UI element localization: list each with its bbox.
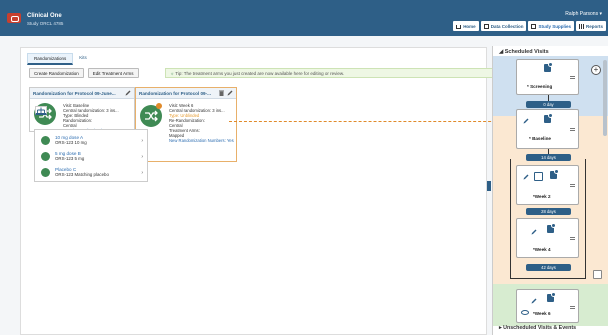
reports-label: Reports <box>585 23 603 29</box>
study-supplies-icon <box>531 23 537 29</box>
main-nav: Home Data Collection Study Supplies Repo… <box>453 21 606 31</box>
list-item[interactable]: 5 mg dose B ORS-123 5 mg › <box>41 150 145 164</box>
visit-label: *Week 6 <box>533 311 551 316</box>
count-badge <box>551 292 556 297</box>
top-bar: Clinical One Study ORCL 4785 Ralph Parso… <box>0 0 608 36</box>
scheduled-visits-title[interactable]: ◢ Scheduled Visits <box>499 49 549 55</box>
pencil-icon[interactable] <box>523 118 529 124</box>
card-title: Randomization for Protocol 09-... <box>136 88 236 99</box>
document-icon <box>547 223 556 233</box>
interval-pill: 42 days <box>526 264 571 271</box>
visit-card-week2[interactable]: *Week 2 <box>516 165 579 205</box>
treatment-arms-tab[interactable] <box>35 106 47 115</box>
arm-icon <box>41 136 50 145</box>
mapping-connector <box>229 121 516 122</box>
lightbulb-icon: ☼ <box>170 71 175 76</box>
treatment-arms-list: 10 mg dose A ORS-123 10 mg › 5 mg dose B… <box>34 129 148 182</box>
card-new-numbers: New Randomization Numbers: Yes <box>169 138 234 143</box>
visit-card-week4[interactable]: *Week 4 <box>516 218 579 258</box>
trash-icon[interactable] <box>219 90 224 96</box>
tab-randomizations[interactable]: Randomizations <box>27 53 74 65</box>
pencil-icon[interactable] <box>523 174 529 180</box>
card-title-text: Randomization for Protocol 09-... <box>139 91 211 96</box>
menu-icon[interactable] <box>570 128 575 132</box>
document-icon <box>550 169 559 179</box>
visit-label: *Week 2 <box>533 194 551 199</box>
tip-text: Tip: The treatment arms you just created… <box>175 71 345 76</box>
warning-badge-icon <box>156 103 162 109</box>
chevron-right-icon: › <box>141 154 143 160</box>
visit-card-baseline[interactable]: * Baseline <box>516 109 579 149</box>
home-icon <box>456 24 462 29</box>
chevron-right-icon: › <box>141 138 143 144</box>
tip-banner: ☼ Tip: The treatment arms you just creat… <box>165 68 501 78</box>
chevron-right-icon: › <box>141 170 143 176</box>
card-title: Randomization for Protocol 09-June... <box>30 88 134 99</box>
oracle-logo-icon <box>7 13 21 23</box>
unscheduled-visits-header[interactable]: ▸ Unscheduled Visits & Events <box>499 325 576 331</box>
menu-icon[interactable] <box>570 237 575 241</box>
visit-label: * Screening <box>527 84 553 89</box>
count-badge <box>551 223 556 228</box>
timeline-connector <box>548 95 549 101</box>
create-randomization-button[interactable]: Create Randomization <box>29 68 84 78</box>
list-item[interactable]: 10 mg dose A ORS-123 10 mg › <box>41 134 145 148</box>
randomization-card-2[interactable]: Randomization for Protocol 09-... Visit:… <box>135 87 237 162</box>
app-title: Clinical One <box>27 13 62 19</box>
study-supplies-label: Study Supplies <box>538 23 571 29</box>
scheduled-visits-panel: ◢ Scheduled Visits + * Screening 0 day *… <box>492 46 608 335</box>
visit-label: *Week 4 <box>533 247 551 252</box>
arm-icon <box>41 168 50 177</box>
eye-icon[interactable] <box>521 310 529 315</box>
reports-icon <box>578 23 584 29</box>
count-badge <box>548 62 553 67</box>
toolbar: Create Randomization Edit Treatment Arms <box>29 68 139 78</box>
study-name: Study ORCL 4785 <box>27 21 64 26</box>
unscheduled-label: Unscheduled Visits & Events <box>503 325 577 331</box>
visit-label: * Baseline <box>529 136 551 141</box>
hierarchy-icon <box>37 107 45 113</box>
pencil-icon[interactable] <box>531 229 537 235</box>
home-label: Home <box>463 23 476 29</box>
data-collection-button[interactable]: Data Collection <box>480 21 527 31</box>
document-icon <box>544 113 553 123</box>
hierarchy-icon[interactable] <box>593 270 602 279</box>
card-title-text: Randomization for Protocol 09-June... <box>33 91 116 96</box>
arm-code: ORS-123 5 mg <box>55 156 85 161</box>
data-collection-label: Data Collection <box>490 23 524 29</box>
arm-code: ORS-123 10 mg <box>55 140 87 145</box>
data-collection-icon <box>483 23 489 29</box>
pencil-icon[interactable] <box>227 90 233 96</box>
menu-icon[interactable] <box>570 306 575 310</box>
document-icon <box>544 62 553 72</box>
pencil-icon[interactable] <box>531 298 537 304</box>
study-supplies-button[interactable]: Study Supplies <box>528 21 574 31</box>
home-button[interactable]: Home <box>453 21 479 31</box>
scheduled-visits-label: Scheduled Visits <box>504 49 549 55</box>
count-badge <box>548 113 553 118</box>
count-badge <box>554 169 559 174</box>
tab-kits[interactable]: Kits <box>73 53 93 65</box>
edit-treatment-arms-button[interactable]: Edit Treatment Arms <box>87 68 139 78</box>
reports-button[interactable]: Reports <box>575 21 606 31</box>
randomization-panel: Randomizations Kits Create Randomization… <box>20 47 501 335</box>
document-icon <box>547 292 556 302</box>
list-item[interactable]: Placebo C ORS-123 Matching placebo › <box>41 166 145 180</box>
visit-card-week6[interactable]: *Week 6 <box>516 289 579 323</box>
visit-card-screening[interactable]: * Screening <box>516 59 579 95</box>
user-menu[interactable]: Ralph Parsons ▾ <box>565 11 602 17</box>
tabs: Randomizations Kits <box>27 53 93 65</box>
panel-collapse-handle[interactable] <box>487 181 491 191</box>
arm-icon <box>41 152 50 161</box>
scrollbar[interactable] <box>603 60 607 136</box>
pencil-icon[interactable] <box>125 90 131 96</box>
arm-code: ORS-123 Matching placebo <box>55 172 109 177</box>
interval-pill: 0 day <box>526 101 571 108</box>
menu-icon[interactable] <box>570 184 575 188</box>
interval-pill: 28 days <box>526 208 571 215</box>
menu-icon[interactable] <box>570 76 575 80</box>
kit-icon <box>534 172 543 181</box>
add-visit-button[interactable]: + <box>591 65 601 75</box>
